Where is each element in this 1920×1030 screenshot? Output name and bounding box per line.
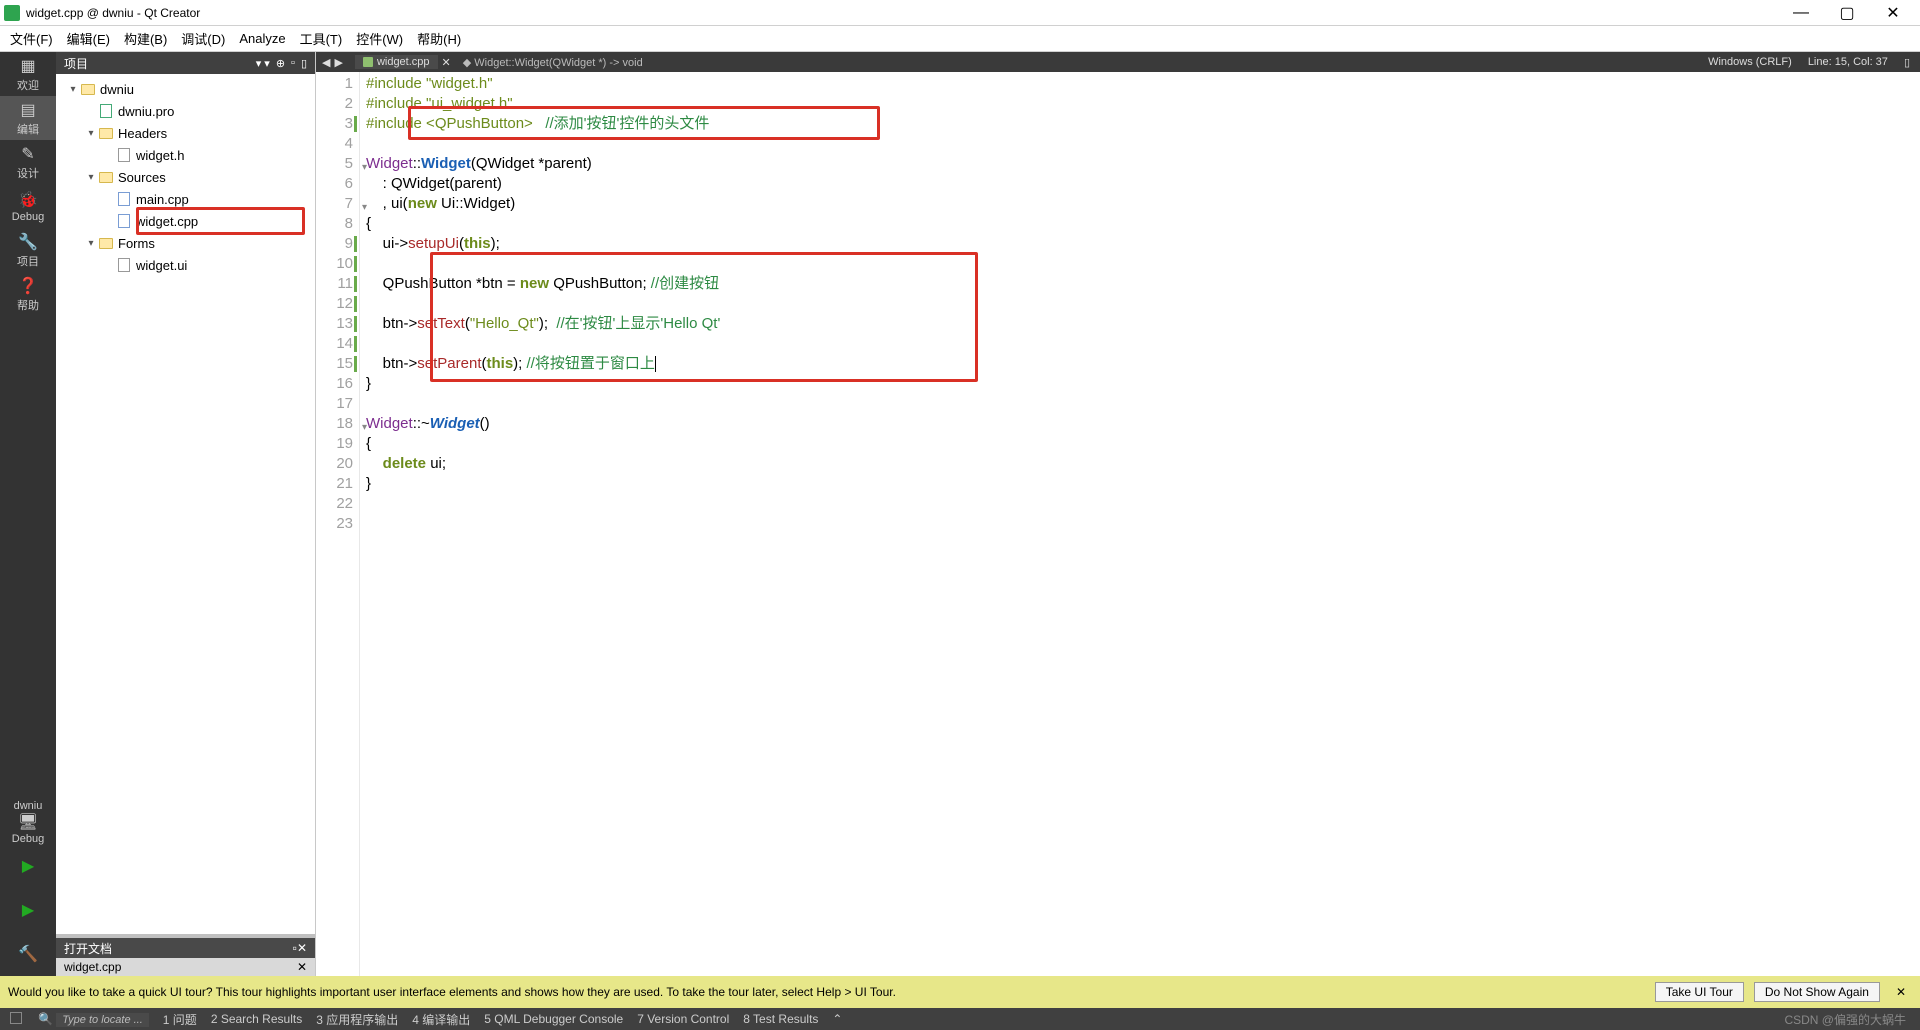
line-ending-selector[interactable]: Windows (CRLF) — [1708, 56, 1792, 69]
open-docs-header: 打开文档 ▫ ✕ — [56, 938, 315, 958]
locator[interactable]: 🔍 Type to locate ... — [32, 1012, 155, 1026]
tree-headers[interactable]: ▾Headers — [56, 122, 315, 144]
menu-debug[interactable]: 调试(D) — [175, 27, 231, 50]
code-editor[interactable]: 1234 5▾67▾8 9101112 13141516 1718▾1920 2… — [316, 72, 1920, 976]
qml-console-pane[interactable]: 5 QML Debugger Console — [478, 1012, 629, 1026]
tree-widget-ui[interactable]: widget.ui — [56, 254, 315, 276]
help-icon: ❓ — [18, 276, 38, 296]
menu-file[interactable]: 文件(F) — [4, 27, 59, 50]
monitor-icon: 🖥 — [18, 812, 38, 832]
edit-icon: ▤ — [20, 100, 35, 120]
editor-area: ◀ ▶ widget.cpp ✕ ◆ Widget::Widget(QWidge… — [316, 52, 1920, 976]
add-icon[interactable]: ⊕ — [276, 57, 285, 70]
build-button[interactable]: 🔨 — [0, 932, 56, 976]
tree-forms[interactable]: ▾Forms — [56, 232, 315, 254]
watermark: CSDN @偏强的大蜗牛 — [1774, 1011, 1916, 1028]
play-icon: ▶ — [22, 856, 34, 876]
mode-design[interactable]: ✎设计 — [0, 140, 56, 184]
mode-welcome[interactable]: ▦欢迎 — [0, 52, 56, 96]
grid-icon: ▦ — [20, 56, 35, 76]
app-output-pane[interactable]: 3 应用程序输出 — [310, 1011, 404, 1028]
tree-widget-h[interactable]: widget.h — [56, 144, 315, 166]
sidebar-toggle-icon[interactable] — [4, 1012, 30, 1027]
pencil-icon: ✎ — [21, 144, 34, 164]
tab-close-icon[interactable]: ✕ — [438, 56, 455, 69]
tree-main-cpp[interactable]: main.cpp — [56, 188, 315, 210]
maximize-button[interactable]: ▢ — [1824, 0, 1870, 26]
app-icon — [4, 5, 20, 21]
menu-build[interactable]: 构建(B) — [118, 27, 173, 50]
titlebar: widget.cpp @ dwniu - Qt Creator — ▢ ✕ — [0, 0, 1920, 26]
nav-back-icon[interactable]: ◀ — [322, 56, 330, 69]
close-panel-icon[interactable]: ▯ — [301, 57, 307, 70]
run-button[interactable]: ▶ — [0, 844, 56, 888]
nav-fwd-icon[interactable]: ▶ — [334, 56, 342, 69]
cursor-position: Line: 15, Col: 37 — [1808, 56, 1888, 69]
mode-help[interactable]: ❓帮助 — [0, 272, 56, 316]
cpp-file-icon — [363, 57, 373, 67]
statusbar: 🔍 Type to locate ... 1 问题 2 Search Resul… — [0, 1008, 1920, 1030]
project-tree: ▾dwniu dwniu.pro ▾Headers widget.h ▾Sour… — [56, 74, 315, 934]
notification-close-icon[interactable]: ✕ — [1890, 985, 1912, 999]
editor-toolbar: ◀ ▶ widget.cpp ✕ ◆ Widget::Widget(QWidge… — [316, 52, 1920, 72]
tree-root[interactable]: ▾dwniu — [56, 78, 315, 100]
code-text[interactable]: #include "widget.h" #include "ui_widget.… — [360, 72, 1920, 976]
mode-debug[interactable]: 🐞Debug — [0, 184, 56, 228]
menu-help[interactable]: 帮助(H) — [411, 27, 467, 50]
window-title: widget.cpp @ dwniu - Qt Creator — [26, 6, 1778, 20]
open-docs-list: widget.cpp✕ — [56, 958, 315, 976]
close-button[interactable]: ✕ — [1870, 0, 1916, 26]
do-not-show-button[interactable]: Do Not Show Again — [1754, 982, 1880, 1002]
minimize-button[interactable]: — — [1778, 0, 1824, 26]
open-doc-item[interactable]: widget.cpp✕ — [56, 958, 315, 976]
notification-bar: Would you like to take a quick UI tour? … — [0, 976, 1920, 1008]
version-control-pane[interactable]: 7 Version Control — [631, 1012, 735, 1026]
mode-projects[interactable]: 🔧项目 — [0, 228, 56, 272]
menu-edit[interactable]: 编辑(E) — [61, 27, 116, 50]
run-debug-button[interactable]: ▶ — [0, 888, 56, 932]
gutter: 1234 5▾67▾8 9101112 13141516 1718▾1920 2… — [316, 72, 360, 976]
tree-pro-file[interactable]: dwniu.pro — [56, 100, 315, 122]
menubar: 文件(F) 编辑(E) 构建(B) 调试(D) Analyze 工具(T) 控件… — [0, 26, 1920, 52]
test-results-pane[interactable]: 8 Test Results — [737, 1012, 824, 1026]
menu-analyze[interactable]: Analyze — [233, 29, 291, 48]
search-results-pane[interactable]: 2 Search Results — [205, 1012, 308, 1026]
mode-edit[interactable]: ▤编辑 — [0, 96, 56, 140]
pane-chevron-icon[interactable]: ⌃ — [826, 1012, 848, 1026]
split-icon[interactable]: ▫ — [291, 57, 295, 69]
kit-selector[interactable]: dwniu🖥Debug — [0, 800, 56, 844]
bug-icon: 🐞 — [18, 190, 38, 210]
tree-widget-cpp[interactable]: widget.cpp — [56, 210, 315, 232]
take-tour-button[interactable]: Take UI Tour — [1655, 982, 1744, 1002]
editor-menu-icon[interactable]: ▯ — [1904, 56, 1910, 69]
notification-text: Would you like to take a quick UI tour? … — [8, 985, 1645, 999]
close-panel-icon-2[interactable]: ✕ — [297, 941, 307, 955]
play-bug-icon: ▶ — [22, 900, 34, 920]
editor-tab[interactable]: widget.cpp — [355, 55, 438, 69]
menu-tools[interactable]: 工具(T) — [294, 27, 349, 50]
filter-icon[interactable]: ▾ ▾ — [256, 57, 270, 70]
compile-output-pane[interactable]: 4 编译输出 — [406, 1011, 476, 1028]
tree-sources[interactable]: ▾Sources — [56, 166, 315, 188]
projects-header: 项目 ▾ ▾ ⊕ ▫ ▯ — [56, 52, 315, 74]
hammer-icon: 🔨 — [18, 944, 38, 964]
side-panel: 项目 ▾ ▾ ⊕ ▫ ▯ ▾dwniu dwniu.pro ▾Headers w… — [56, 52, 316, 976]
symbol-combo[interactable]: ◆ Widget::Widget(QWidget *) -> void — [455, 56, 651, 69]
issues-pane[interactable]: 1 问题 — [157, 1011, 203, 1028]
close-doc-icon[interactable]: ✕ — [297, 960, 307, 974]
wrench-icon: 🔧 — [18, 232, 38, 252]
menu-widgets[interactable]: 控件(W) — [350, 27, 409, 50]
mode-selector: ▦欢迎 ▤编辑 ✎设计 🐞Debug 🔧项目 ❓帮助 dwniu🖥Debug ▶… — [0, 52, 56, 976]
